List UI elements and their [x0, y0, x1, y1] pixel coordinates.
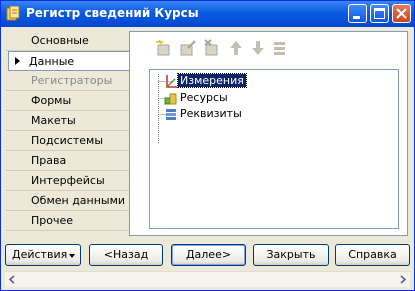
- delete-icon[interactable]: [203, 39, 221, 57]
- scroll-right-icon[interactable]: [395, 272, 410, 287]
- close-button[interactable]: Закрыть: [253, 244, 329, 266]
- tree-node-label: Реквизиты: [180, 107, 242, 120]
- sidebar-item-data[interactable]: Данные: [8, 51, 145, 71]
- window-title: Регистр сведений Курсы: [26, 6, 199, 20]
- sidebar-item-main[interactable]: Основные: [6, 31, 129, 51]
- tree-node-resources[interactable]: Ресурсы: [164, 90, 230, 106]
- sidebar-item-label: Основные: [31, 34, 89, 47]
- sidebar-item-label: Подсистемы: [31, 134, 104, 147]
- help-button-label: Справка: [348, 248, 397, 261]
- current-item-arrow-icon: [15, 57, 20, 65]
- actions-button[interactable]: Действия: [5, 244, 81, 266]
- sidebar-item-label: Интерфейсы: [31, 174, 105, 187]
- sidebar-item-rights[interactable]: Права: [6, 151, 129, 171]
- sidebar-item-registrars: Регистраторы: [6, 71, 129, 91]
- tree-node-attributes[interactable]: Реквизиты: [164, 106, 244, 122]
- next-button[interactable]: Далее>: [171, 244, 246, 266]
- move-up-icon[interactable]: [227, 39, 245, 57]
- maximize-icon: [374, 8, 385, 19]
- sidebar: Основные Данные Регистраторы Формы Макет…: [6, 31, 145, 231]
- sidebar-item-label: Формы: [31, 94, 72, 107]
- button-bar: Действия <Назад Далее> Закрыть Справка: [1, 244, 414, 268]
- horizontal-scrollbar[interactable]: [5, 271, 410, 287]
- sidebar-item-label: Регистраторы: [31, 74, 113, 87]
- resources-icon: [164, 93, 177, 105]
- sidebar-item-label: Данные: [29, 55, 75, 68]
- tree-node-label: Ресурсы: [180, 91, 228, 104]
- attributes-icon: [166, 109, 176, 120]
- sidebar-item-forms[interactable]: Формы: [6, 91, 129, 111]
- sidebar-item-data-exchange[interactable]: Обмен данными: [6, 191, 129, 211]
- register-window: Регистр сведений Курсы Основные Данные Р…: [0, 0, 415, 291]
- sidebar-item-templates[interactable]: Макеты: [6, 111, 129, 131]
- close-button-label: Закрыть: [266, 248, 316, 261]
- minimize-button[interactable]: [348, 4, 367, 23]
- sidebar-item-label: Прочее: [31, 214, 74, 227]
- close-window-button[interactable]: [392, 4, 411, 23]
- sort-icon[interactable]: [271, 39, 289, 57]
- actions-button-label: Действия: [12, 248, 68, 261]
- next-button-label: Далее>: [185, 248, 232, 261]
- sidebar-item-label: Макеты: [31, 114, 76, 127]
- add-icon[interactable]: [155, 39, 173, 57]
- register-icon: [6, 6, 20, 21]
- sidebar-item-interfaces[interactable]: Интерфейсы: [6, 171, 129, 191]
- sidebar-item-subsystems[interactable]: Подсистемы: [6, 131, 129, 151]
- close-icon: [396, 8, 407, 19]
- edit-icon[interactable]: [179, 39, 197, 57]
- sidebar-item-other[interactable]: Прочее: [6, 211, 129, 231]
- move-down-icon[interactable]: [249, 39, 267, 57]
- scroll-left-icon[interactable]: [5, 272, 20, 287]
- tree-node-dimensions[interactable]: Измерения: [164, 73, 247, 89]
- title-bar[interactable]: Регистр сведений Курсы: [1, 1, 414, 27]
- tree-node-label: Измерения: [177, 73, 247, 88]
- structure-tree[interactable]: Измерения Ресурсы Реквизиты: [149, 69, 399, 229]
- dropdown-arrow-icon: [69, 254, 75, 258]
- data-panel: Измерения Ресурсы Реквизиты: [129, 31, 408, 236]
- maximize-button[interactable]: [370, 4, 389, 23]
- minimize-icon: [353, 16, 360, 19]
- back-button-label: <Назад: [103, 248, 149, 261]
- sidebar-item-label: Права: [31, 154, 67, 167]
- sidebar-item-label: Обмен данными: [31, 194, 126, 207]
- dimensions-icon: [166, 75, 177, 88]
- help-button[interactable]: Справка: [335, 244, 410, 266]
- back-button[interactable]: <Назад: [89, 244, 163, 266]
